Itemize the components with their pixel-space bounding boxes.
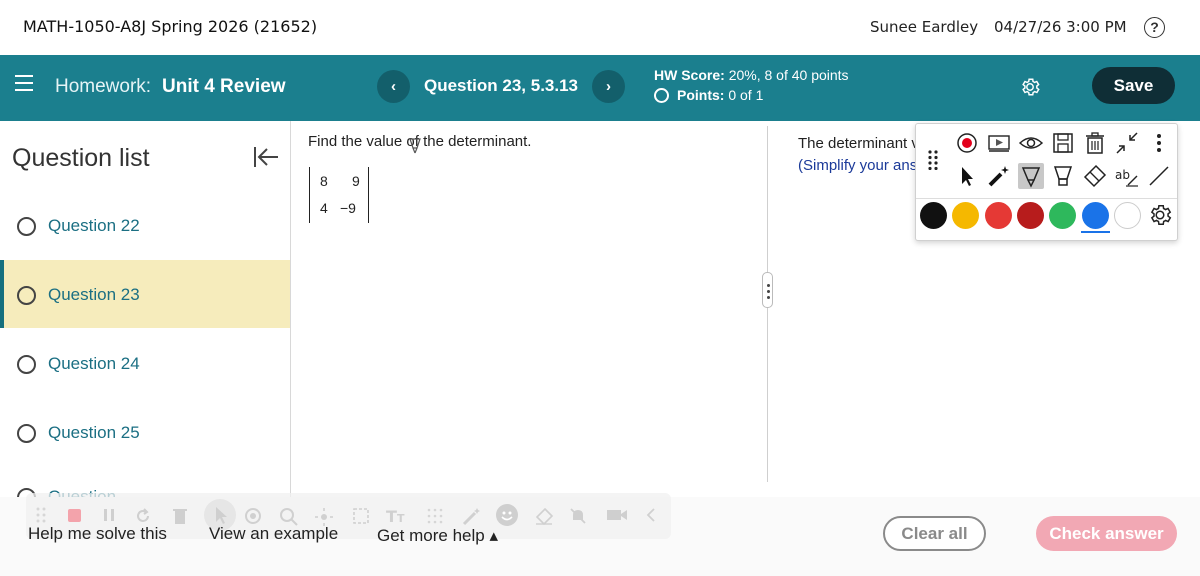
record-icon[interactable] — [954, 130, 980, 156]
stop-icon[interactable] — [68, 509, 81, 522]
check-answer-button[interactable]: Check answer — [1036, 516, 1177, 551]
toolbar-settings-gear-icon[interactable] — [1147, 202, 1173, 228]
annotation-toolbar: ab — [915, 123, 1178, 241]
highlighter-icon[interactable] — [1018, 163, 1044, 189]
answer-statement: The determinant v — [798, 135, 919, 152]
svg-text:ab: ab — [1115, 168, 1130, 182]
grip-dot — [767, 284, 770, 287]
eraser-icon[interactable] — [1082, 163, 1108, 189]
color-swatch-yellow[interactable] — [952, 202, 979, 229]
restart-icon[interactable] — [134, 507, 152, 525]
toolbar-separator — [916, 198, 1177, 199]
question-link[interactable]: Question 24 — [48, 354, 140, 374]
matrix-cell: 4 — [320, 200, 328, 216]
question-list-item[interactable]: Question 25 — [0, 398, 290, 466]
pane-resize-handle[interactable] — [762, 272, 773, 308]
eye-icon[interactable] — [1018, 130, 1044, 156]
points-line: Points: 0 of 1 — [654, 87, 763, 103]
line-tool-icon[interactable] — [1146, 163, 1172, 189]
homework-toolbar: Homework: Unit 4 Review ‹ Question 23, 5… — [0, 55, 1200, 121]
floppy-save-icon[interactable] — [1050, 130, 1076, 156]
next-question-button[interactable]: › — [592, 70, 625, 103]
question-link[interactable]: Question 25 — [48, 423, 140, 443]
question-list-item[interactable]: Question 22 — [0, 191, 290, 259]
question-title: Question 23, 5.3.13 — [424, 76, 579, 95]
points-label: Points: — [677, 87, 725, 103]
radio-icon — [17, 217, 36, 236]
homework-label: Homework: — [55, 76, 152, 97]
color-swatch-dark-red[interactable] — [1017, 202, 1044, 229]
question-list-item[interactable]: Question 24 — [0, 329, 290, 397]
bell-off-icon[interactable] — [569, 507, 587, 525]
help-circle-icon[interactable]: ? — [1144, 17, 1165, 38]
question-link[interactable]: Question 23 — [48, 285, 140, 305]
emoji-icon[interactable] — [496, 504, 518, 526]
points-status-icon — [654, 88, 669, 103]
collapse-toolbar-icon[interactable] — [646, 507, 656, 523]
text-size-icon[interactable]: TT — [386, 507, 408, 525]
color-swatch-black[interactable] — [920, 202, 947, 229]
text-tool-icon[interactable]: ab — [1114, 163, 1140, 189]
select-area-icon[interactable] — [352, 507, 370, 525]
get-more-help-link[interactable]: Get more help ▴ — [377, 526, 498, 546]
matrix-cell: 9 — [352, 173, 360, 189]
homework-title: Unit 4 Review — [162, 76, 286, 97]
collapse-arrows-icon[interactable] — [1114, 130, 1140, 156]
user-name: Sunee Eardley — [870, 18, 979, 36]
radio-icon — [17, 355, 36, 374]
selected-color-indicator — [1081, 231, 1110, 233]
color-swatch-white[interactable] — [1114, 202, 1141, 229]
eraser-icon[interactable] — [534, 507, 554, 525]
more-vertical-icon[interactable] — [1146, 130, 1172, 156]
question-link[interactable]: Question 22 — [48, 216, 140, 236]
hw-score-value: 20%, 8 of 40 points — [728, 67, 849, 83]
settings-gear-icon[interactable] — [1019, 76, 1041, 103]
collapse-sidebar-icon[interactable] — [253, 146, 279, 173]
help-me-solve-link[interactable]: Help me solve this — [28, 524, 167, 544]
hw-score: HW Score: 20%, 8 of 40 points — [654, 67, 849, 83]
highlighter-cursor-icon — [409, 138, 421, 159]
previous-question-button[interactable]: ‹ — [377, 70, 410, 103]
color-swatch-blue[interactable] — [1082, 202, 1109, 229]
sidebar-title: Question list — [12, 144, 150, 172]
date-time: 04/27/26 3:00 PM — [994, 18, 1127, 36]
magic-wand-icon[interactable] — [986, 163, 1012, 189]
pointer-icon[interactable] — [954, 163, 980, 189]
draw-pen-icon[interactable] — [461, 507, 481, 527]
clear-all-button[interactable]: Clear all — [883, 516, 986, 551]
camera-icon[interactable] — [606, 507, 628, 523]
answer-hint: (Simplify your ans — [798, 157, 918, 174]
radio-icon — [17, 424, 36, 443]
matrix-cell: 8 — [320, 173, 328, 189]
determinant-matrix: 8 9 4 −9 — [309, 167, 369, 223]
svg-text:T: T — [397, 512, 405, 525]
view-example-link[interactable]: View an example — [209, 524, 338, 544]
drag-grip-icon[interactable] — [36, 507, 46, 523]
points-value: 0 of 1 — [728, 87, 764, 103]
marker-icon[interactable] — [1050, 163, 1076, 189]
pause-icon[interactable] — [101, 507, 117, 523]
top-header: MATH-1050-A8J Spring 2026 (21652) Sunee … — [0, 0, 1200, 55]
grip-dot — [767, 296, 770, 299]
menu-icon[interactable] — [15, 75, 33, 91]
hw-score-label: HW Score: — [654, 67, 725, 83]
grip-dot — [767, 290, 770, 293]
trash-icon[interactable] — [1082, 130, 1108, 156]
color-swatch-red[interactable] — [985, 202, 1012, 229]
delete-recording-icon[interactable] — [172, 507, 188, 525]
radio-icon — [17, 286, 36, 305]
blur-icon[interactable] — [426, 507, 444, 525]
play-video-icon[interactable] — [986, 130, 1012, 156]
save-button[interactable]: Save — [1092, 67, 1175, 104]
color-swatch-green[interactable] — [1049, 202, 1076, 229]
matrix-cell: −9 — [340, 200, 356, 216]
drag-grip-icon[interactable] — [928, 150, 938, 175]
course-title: MATH-1050-A8J Spring 2026 (21652) — [23, 17, 318, 36]
svg-text:T: T — [386, 507, 397, 525]
question-list-item-active[interactable]: Question 23 — [0, 260, 290, 328]
